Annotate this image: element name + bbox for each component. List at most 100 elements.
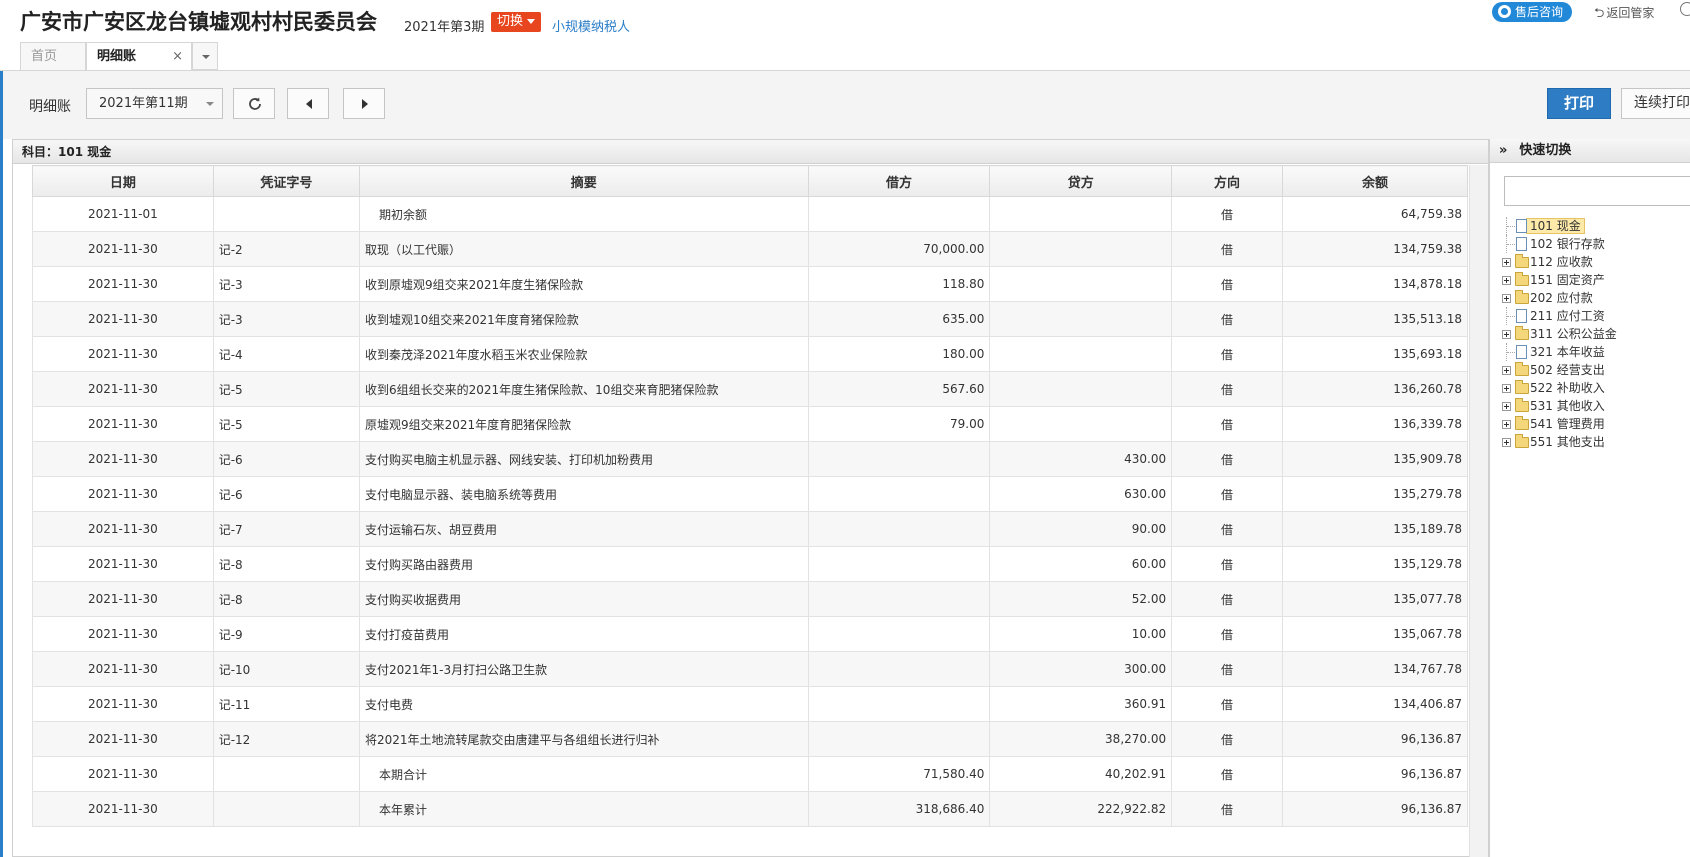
table-row[interactable]: 2021-11-01 期初余额 借 64,759.38	[32, 196, 1469, 232]
period-select[interactable]: 2021年第11期	[86, 88, 223, 119]
ledger-grid: 日期 凭证字号 摘要 借方 贷方 方向 余额 2021-11-01 期初余额借 64…	[32, 165, 1469, 857]
tree-item[interactable]: 531 其他收入	[1502, 397, 1617, 415]
tree-item-label: 531 其他收入	[1530, 399, 1605, 413]
document-icon	[1516, 309, 1527, 323]
tree-item[interactable]: 151 固定资产	[1502, 271, 1617, 289]
switch-period-button[interactable]: 切换	[491, 12, 542, 32]
tree-connector	[1507, 226, 1515, 227]
column-header-summary[interactable]: 摘要	[359, 165, 809, 197]
cell-voucher: 记-7	[212, 511, 361, 547]
table-row[interactable]: 2021-11-30 记-3 收到原墟观9组交来2021年度生猪保险款 118.80 借…	[32, 266, 1469, 302]
cell-balance: 136,339.78	[1281, 406, 1469, 442]
back-to-manager-link[interactable]: ⮌ 返回管家	[1594, 4, 1654, 26]
table-row[interactable]: 2021-11-30 记-6 支付电脑显示器、装电脑系统等费用 630.00 借 135,…	[32, 476, 1469, 512]
quick-switch-panel: » 快速切换 101 现金 102 银行存款 112 应收款 151 固定资产 202 应…	[1489, 139, 1690, 857]
cell-summary: 支付电费	[359, 686, 809, 722]
next-period-button[interactable]	[343, 88, 385, 119]
table-row[interactable]: 2021-11-30 记-8 支付购买路由器费用 60.00 借 135,129.78	[32, 546, 1469, 582]
tree-item[interactable]: 522 补助收入	[1502, 379, 1617, 397]
table-row[interactable]: 2021-11-30 记-2 取现（以工代赈） 70,000.00 借 134,759.3…	[32, 231, 1469, 267]
table-row[interactable]: 2021-11-30 本期合计 71,580.40 40,202.91 借 96,136.…	[32, 756, 1469, 792]
column-header-balance[interactable]: 余额	[1281, 165, 1469, 197]
cell-debit	[807, 581, 991, 617]
grid-scroll-area[interactable]	[1469, 165, 1488, 857]
tree-item[interactable]: 101 现金	[1502, 217, 1617, 235]
cell-voucher: 记-6	[212, 441, 361, 477]
tree-item[interactable]: 112 应收款	[1502, 253, 1617, 271]
cell-voucher: 记-11	[212, 686, 361, 722]
tree-item[interactable]: 551 其他支出	[1502, 433, 1617, 451]
tree-item[interactable]: 102 银行存款	[1502, 235, 1617, 253]
print-button[interactable]: 打印	[1547, 88, 1611, 119]
table-row[interactable]: 2021-11-30 记-8 支付购买收据费用 52.00 借 135,077.78	[32, 581, 1469, 617]
expand-plus-icon[interactable]	[1502, 420, 1511, 429]
cell-direction: 借	[1171, 196, 1283, 232]
column-header-direction[interactable]: 方向	[1171, 165, 1283, 197]
column-header-voucher[interactable]: 凭证字号	[212, 165, 361, 197]
table-row[interactable]: 2021-11-30 记-10 支付2021年1-3月打扫公路卫生款 300.00 借 1…	[32, 651, 1469, 687]
column-header-date[interactable]: 日期	[32, 165, 214, 197]
cell-balance: 135,067.78	[1281, 616, 1469, 652]
tree-connector	[1507, 316, 1515, 317]
cell-debit	[807, 546, 991, 582]
tree-item-label: 102 银行存款	[1530, 237, 1605, 251]
tree-item[interactable]: 311 公积公益金	[1502, 325, 1617, 343]
cell-credit: 222,922.82	[989, 791, 1173, 827]
close-icon[interactable]: ×	[172, 43, 183, 70]
cell-summary: 支付电脑显示器、装电脑系统等费用	[359, 476, 809, 512]
continuous-print-button[interactable]: 连续打印	[1621, 88, 1690, 119]
tree-item[interactable]: 502 经营支出	[1502, 361, 1617, 379]
cell-direction: 借	[1171, 371, 1283, 407]
caret-down-icon	[527, 19, 536, 24]
table-row[interactable]: 2021-11-30 记-12 将2021年土地流转尾款交由唐建平与各组组长进行归补…	[32, 721, 1469, 757]
cell-summary: 收到6组组长交来的2021年度生猪保险款、10组交来育肥猪保险款	[359, 371, 809, 407]
support-consult-button[interactable]: 售后咨询	[1492, 2, 1573, 22]
cell-date: 2021-11-30	[32, 511, 214, 547]
table-row[interactable]: 2021-11-30 记-6 支付购买电脑主机显示器、网线安装、打印机加粉费用 430…	[32, 441, 1469, 477]
cell-debit: 118.80	[807, 266, 991, 302]
cell-summary: 将2021年土地流转尾款交由唐建平与各组组长进行归补	[359, 721, 809, 757]
table-row[interactable]: 2021-11-30 记-7 支付运输石灰、胡豆费用 90.00 借 135,189.78	[32, 511, 1469, 547]
expand-plus-icon[interactable]	[1502, 402, 1511, 411]
cell-summary: 支付购买路由器费用	[359, 546, 809, 582]
cell-debit	[807, 651, 991, 687]
expand-plus-icon[interactable]	[1502, 258, 1511, 267]
tab-ledger-detail[interactable]: 明细账 ×	[86, 42, 192, 70]
tree-item[interactable]: 321 本年收益	[1502, 343, 1617, 361]
expand-plus-icon[interactable]	[1502, 276, 1511, 285]
table-row[interactable]: 2021-11-30 记-11 支付电费 360.91 借 134,406.87	[32, 686, 1469, 722]
taxpayer-type-link[interactable]: 小规模纳税人	[552, 16, 630, 35]
expand-plus-icon[interactable]	[1502, 294, 1511, 303]
account-search-input[interactable]	[1504, 176, 1690, 206]
table-row[interactable]: 2021-11-30 记-9 支付打疫苗费用 10.00 借 135,067.78	[32, 616, 1469, 652]
expand-plus-icon[interactable]	[1502, 366, 1511, 375]
tab-home[interactable]: 首页	[20, 42, 86, 70]
tree-item[interactable]: 202 应付款	[1502, 289, 1617, 307]
refresh-button[interactable]	[233, 88, 275, 119]
tab-more-button[interactable]	[192, 42, 218, 70]
expand-plus-icon[interactable]	[1502, 438, 1511, 447]
tree-item-label: 502 经营支出	[1530, 363, 1605, 377]
cell-debit: 318,686.40	[807, 791, 991, 827]
column-header-debit[interactable]: 借方	[807, 165, 991, 197]
table-row[interactable]: 2021-11-30 记-3 收到墟观10组交来2021年度育猪保险款 635.00 借…	[32, 301, 1469, 337]
cell-date: 2021-11-30	[32, 686, 214, 722]
table-row[interactable]: 2021-11-30 本年累计 318,686.40 222,922.82 借 96,13…	[32, 791, 1469, 827]
table-row[interactable]: 2021-11-30 记-5 原墟观9组交来2021年度育肥猪保险款 79.00 借 13…	[32, 406, 1469, 442]
expand-plus-icon[interactable]	[1502, 330, 1511, 339]
help-icon[interactable]	[1680, 2, 1690, 16]
tree-item[interactable]: 211 应付工资	[1502, 307, 1617, 325]
cell-credit	[989, 266, 1173, 302]
cell-balance: 136,260.78	[1281, 371, 1469, 407]
previous-period-button[interactable]	[287, 88, 329, 119]
cell-voucher: 记-8	[212, 581, 361, 617]
cell-voucher	[212, 791, 361, 827]
table-row[interactable]: 2021-11-30 记-5 收到6组组长交来的2021年度生猪保险款、10组交来育…	[32, 371, 1469, 407]
table-row[interactable]: 2021-11-30 记-4 收到秦茂泽2021年度水稻玉米农业保险款 180.00 借…	[32, 336, 1469, 372]
expand-plus-icon[interactable]	[1502, 384, 1511, 393]
folder-icon	[1515, 272, 1529, 286]
column-header-credit[interactable]: 贷方	[989, 165, 1173, 197]
collapse-double-chevron-icon[interactable]: »	[1499, 143, 1507, 158]
cell-voucher: 记-4	[212, 336, 361, 372]
tree-item[interactable]: 541 管理费用	[1502, 415, 1617, 433]
